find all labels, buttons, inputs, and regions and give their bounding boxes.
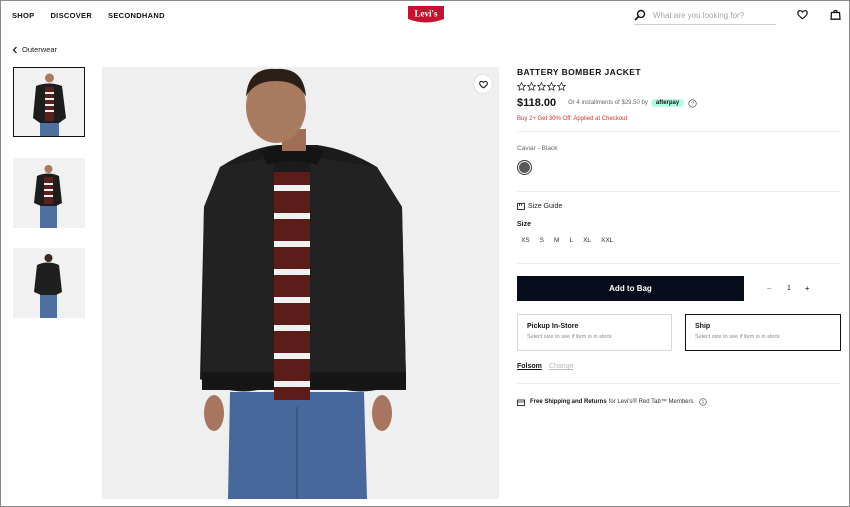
quantity-stepper: – 1 +: [767, 284, 813, 293]
heart-icon[interactable]: [797, 9, 808, 20]
thumbnail-open-image: [13, 158, 85, 228]
shipping-bold-text: Free Shipping and Returns: [530, 399, 607, 405]
thumbnail-back-image: [13, 248, 85, 318]
help-icon[interactable]: ?: [688, 98, 697, 108]
size-options: XS S M L XL XXL: [521, 237, 623, 244]
pickup-subtext: Select size to see if item is in stock: [527, 334, 612, 340]
add-to-bag-button[interactable]: Add to Bag: [517, 276, 744, 301]
breadcrumb-label: Outerwear: [22, 45, 58, 54]
promo-text: Buy 2+ Get 30% Off: Applied at Checkout: [517, 116, 628, 122]
star-icon: [527, 82, 536, 91]
store-name-link[interactable]: Folsom: [517, 363, 542, 370]
color-label: Caviar - Black: [517, 145, 558, 152]
rating-stars[interactable]: [517, 82, 566, 91]
search-icon: [634, 9, 646, 21]
thumbnail-front-image: [14, 68, 84, 136]
ship-option[interactable]: Ship Select size to see if item is in st…: [685, 314, 841, 351]
size-option-l[interactable]: L: [569, 237, 573, 244]
star-icon: [517, 82, 526, 91]
size-option-xs[interactable]: XS: [521, 237, 530, 244]
ship-subtext: Select size to see if item is in stock: [695, 334, 780, 340]
pickup-in-store-option[interactable]: Pickup In-Store Select size to see if it…: [517, 314, 672, 351]
product-price: $118.00: [517, 97, 557, 109]
size-heading: Size: [517, 221, 532, 228]
thumbnail-front[interactable]: [13, 67, 85, 137]
size-option-s[interactable]: S: [540, 237, 544, 244]
product-photo: [102, 67, 499, 499]
star-icon: [537, 82, 546, 91]
thumbnail-open[interactable]: [13, 158, 85, 228]
quantity-decrease-button[interactable]: –: [767, 284, 775, 293]
shipping-info: Free Shipping and Returns for Levi's® Re…: [517, 398, 712, 406]
star-icon: [557, 82, 566, 91]
size-option-m[interactable]: M: [554, 237, 559, 244]
store-selector: Folsom Change: [517, 363, 573, 370]
shipping-member-text: for Levi's® Red Tab™ Members: [608, 399, 694, 405]
nav-secondhand[interactable]: SECONDHAND: [108, 11, 165, 20]
nav-shop[interactable]: SHOP: [12, 11, 34, 20]
shopping-bag-icon[interactable]: [830, 9, 841, 20]
ship-title: Ship: [695, 323, 711, 330]
product-info-panel: BATTERY BOMBER JACKET $118.00 Or 4 insta…: [517, 67, 841, 406]
search-bar[interactable]: [634, 6, 776, 25]
size-guide-label: Size Guide: [528, 203, 563, 210]
main-nav: SHOP DISCOVER SECONDHAND: [12, 11, 165, 20]
installments-text: Or 4 installments of $29.50 by: [568, 100, 648, 106]
star-icon: [547, 82, 556, 91]
quantity-value: 1: [787, 285, 791, 292]
info-icon[interactable]: [698, 398, 707, 406]
pickup-title: Pickup In-Store: [527, 323, 579, 330]
thumbnail-back[interactable]: [13, 248, 85, 318]
ruler-icon: [517, 203, 525, 210]
svg-text:?: ?: [691, 101, 694, 107]
divider: [517, 383, 840, 384]
product-title: BATTERY BOMBER JACKET: [517, 67, 641, 77]
price-row: $118.00 Or 4 installments of $29.50 by a…: [517, 97, 840, 109]
divider: [517, 263, 840, 264]
heart-icon: [478, 80, 488, 89]
divider: [517, 131, 840, 132]
afterpay-badge[interactable]: afterpay: [650, 99, 685, 107]
breadcrumb[interactable]: Outerwear: [12, 45, 57, 54]
size-guide-link[interactable]: Size Guide: [517, 203, 562, 210]
search-input[interactable]: [653, 10, 771, 20]
change-store-link[interactable]: Change: [549, 363, 574, 370]
nav-discover[interactable]: DISCOVER: [50, 11, 92, 20]
size-option-xxl[interactable]: XXL: [601, 237, 613, 244]
color-swatch-black[interactable]: [517, 160, 532, 175]
logo-text: Levi's: [414, 9, 437, 19]
product-main-image[interactable]: [102, 67, 499, 499]
size-option-xl[interactable]: XL: [583, 237, 591, 244]
favorite-button[interactable]: [474, 75, 492, 93]
levis-logo[interactable]: Levi's: [407, 5, 445, 24]
chevron-left-icon: [12, 46, 17, 53]
divider: [517, 191, 840, 192]
quantity-increase-button[interactable]: +: [805, 284, 813, 293]
swatch-fill: [519, 162, 530, 173]
truck-icon: [517, 399, 525, 406]
